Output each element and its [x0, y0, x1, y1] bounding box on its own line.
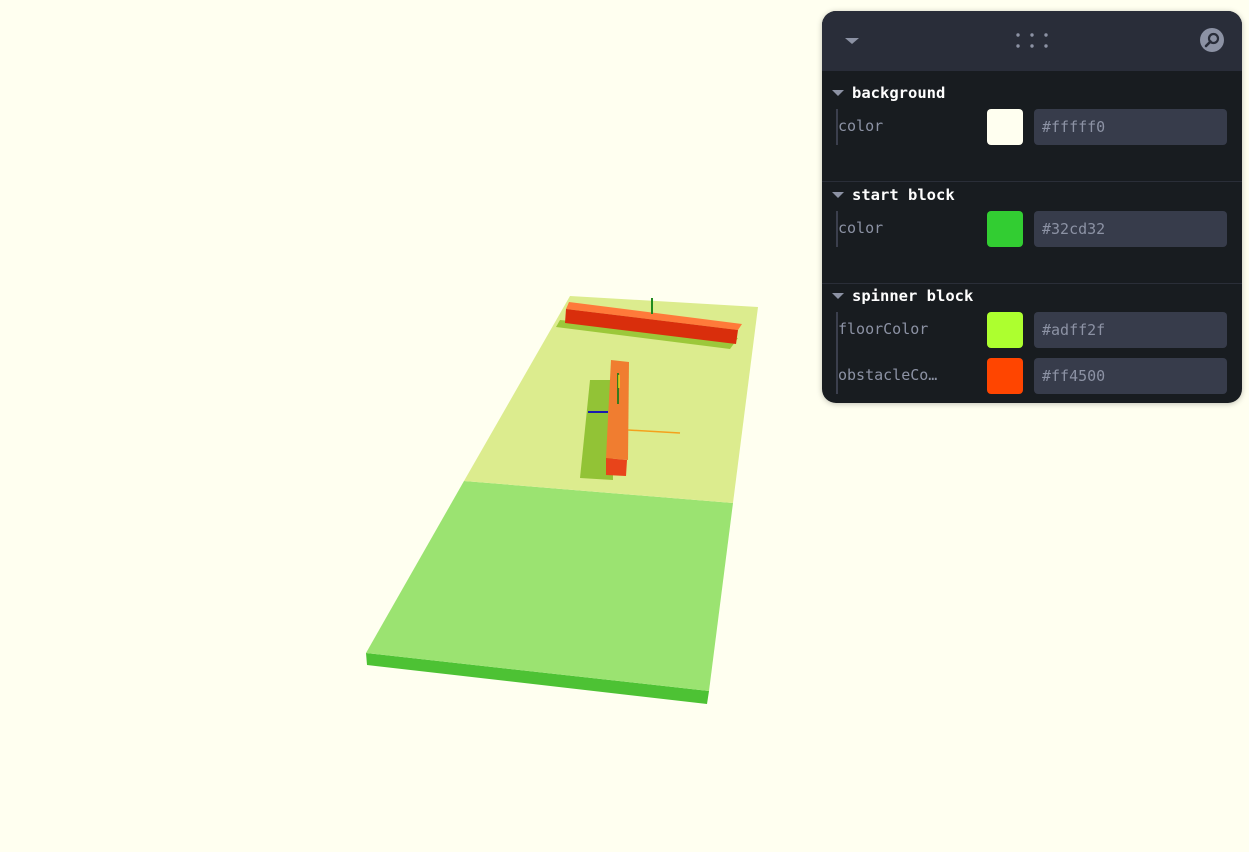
- color-swatch[interactable]: [987, 109, 1023, 145]
- controls-panel: background color start block color: [822, 11, 1242, 403]
- control-row-start-block-color: color: [836, 211, 1228, 247]
- color-swatch[interactable]: [987, 312, 1023, 348]
- caret-down-icon: [832, 90, 844, 96]
- folder-label: background: [852, 84, 946, 102]
- control-row-obstacle-color: obstacleCo…: [836, 358, 1228, 394]
- color-hex-input[interactable]: [1034, 312, 1227, 348]
- panel-header[interactable]: [822, 11, 1242, 71]
- caret-down-icon: [832, 192, 844, 198]
- folder-title-start-block[interactable]: start block: [832, 184, 1132, 206]
- panel-body: background color start block color: [822, 71, 1242, 403]
- folder-label: spinner block: [852, 287, 974, 305]
- spinner-obstacle-front: [606, 458, 627, 476]
- control-row-background-color: color: [836, 109, 1228, 145]
- divider: [822, 181, 1242, 182]
- color-hex-input[interactable]: [1034, 358, 1227, 394]
- control-row-floor-color: floorColor: [836, 312, 1228, 348]
- caret-down-icon: [832, 293, 844, 299]
- divider: [822, 283, 1242, 284]
- control-label: color: [838, 219, 884, 237]
- control-label: obstacleCo…: [838, 366, 938, 384]
- drag-dots-icon[interactable]: [1015, 31, 1049, 51]
- folder-title-background[interactable]: background: [832, 82, 1132, 104]
- search-icon[interactable]: [1199, 27, 1225, 53]
- color-swatch[interactable]: [987, 211, 1023, 247]
- control-label: color: [838, 117, 884, 135]
- color-hex-input[interactable]: [1034, 211, 1227, 247]
- color-hex-input[interactable]: [1034, 109, 1227, 145]
- control-label: floorColor: [838, 320, 929, 338]
- color-swatch[interactable]: [987, 358, 1023, 394]
- caret-down-icon[interactable]: [844, 33, 860, 49]
- folder-title-spinner-block[interactable]: spinner block: [832, 285, 1132, 307]
- folder-label: start block: [852, 186, 955, 204]
